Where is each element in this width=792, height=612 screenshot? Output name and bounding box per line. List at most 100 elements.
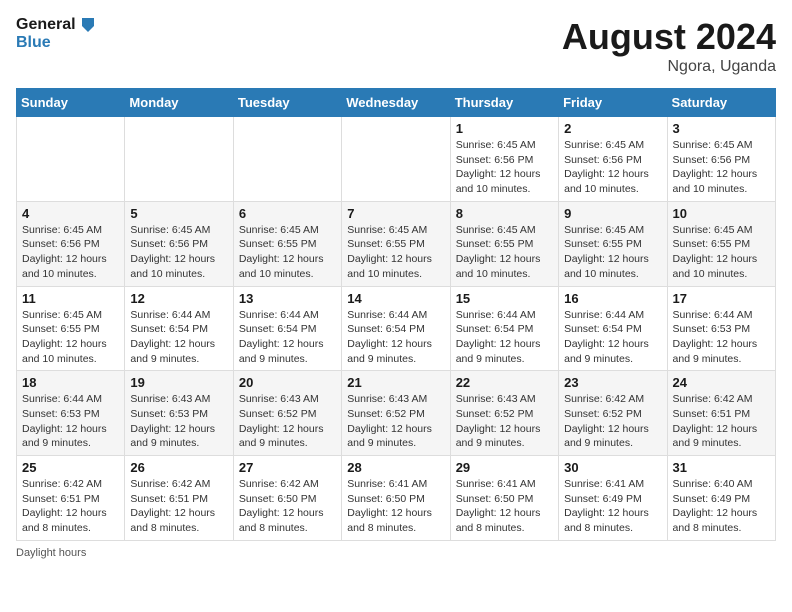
day-info: Sunrise: 6:45 AMSunset: 6:55 PMDaylight:…: [673, 223, 770, 282]
calendar-cell: 16Sunrise: 6:44 AMSunset: 6:54 PMDayligh…: [559, 286, 667, 371]
calendar-header-row: SundayMondayTuesdayWednesdayThursdayFrid…: [17, 89, 776, 117]
day-number: 31: [673, 460, 770, 475]
calendar-week-row: 25 Sunrise: 6:42 AMSunset: 6:51 PMDayligh…: [17, 456, 776, 541]
col-header-friday: Friday: [559, 89, 667, 117]
day-number: 10: [673, 206, 770, 221]
day-info: Sunrise: 6:45 AMSunset: 6:55 PMDaylight:…: [347, 223, 444, 282]
day-number: 23: [564, 375, 661, 390]
calendar-cell: 20Sunrise: 6:43 AMSunset: 6:52 PMDayligh…: [233, 371, 341, 456]
day-number: 9: [564, 206, 661, 221]
day-info: Sunrise: 6:45 AMSunset: 6:56 PMDaylight:…: [456, 138, 553, 197]
calendar-cell: [233, 117, 341, 202]
day-info: Sunrise: 6:45 AMSunset: 6:56 PMDaylight:…: [673, 138, 770, 197]
calendar-cell: 24Sunrise: 6:42 AMSunset: 6:51 PMDayligh…: [667, 371, 775, 456]
day-number: 15: [456, 291, 553, 306]
day-number: 20: [239, 375, 336, 390]
col-header-wednesday: Wednesday: [342, 89, 450, 117]
day-info: Sunrise: 6:43 AMSunset: 6:52 PMDaylight:…: [347, 392, 444, 451]
day-number: 11: [22, 291, 119, 306]
calendar-cell: 26 Sunrise: 6:42 AMSunset: 6:51 PMDayligh…: [125, 456, 233, 541]
day-number: 13: [239, 291, 336, 306]
day-info: Sunrise: 6:41 AMSunset: 6:49 PMDaylight:…: [564, 477, 661, 536]
col-header-monday: Monday: [125, 89, 233, 117]
location: Ngora, Uganda: [562, 58, 776, 76]
calendar-cell: [125, 117, 233, 202]
day-number: 28: [347, 460, 444, 475]
day-number: 7: [347, 206, 444, 221]
day-number: 2: [564, 121, 661, 136]
day-info: Sunrise: 6:44 AMSunset: 6:54 PMDaylight:…: [239, 308, 336, 367]
day-info: Sunrise: 6:44 AMSunset: 6:54 PMDaylight:…: [347, 308, 444, 367]
calendar-table: SundayMondayTuesdayWednesdayThursdayFrid…: [16, 88, 776, 541]
day-number: 6: [239, 206, 336, 221]
calendar-cell: 10 Sunrise: 6:45 AMSunset: 6:55 PMDayligh…: [667, 201, 775, 286]
day-info: Sunrise: 6:41 AMSunset: 6:50 PMDaylight:…: [456, 477, 553, 536]
day-info: Sunrise: 6:42 AMSunset: 6:51 PMDaylight:…: [22, 477, 119, 536]
calendar-cell: 7 Sunrise: 6:45 AMSunset: 6:55 PMDaylight…: [342, 201, 450, 286]
day-info: Sunrise: 6:43 AMSunset: 6:53 PMDaylight:…: [130, 392, 227, 451]
day-number: 27: [239, 460, 336, 475]
logo: General Blue: [16, 16, 96, 52]
day-info: Sunrise: 6:40 AMSunset: 6:49 PMDaylight:…: [673, 477, 770, 536]
day-info: Sunrise: 6:44 AMSunset: 6:53 PMDaylight:…: [673, 308, 770, 367]
day-number: 30: [564, 460, 661, 475]
calendar-cell: 1 Sunrise: 6:45 AMSunset: 6:56 PMDaylight…: [450, 117, 558, 202]
day-number: 14: [347, 291, 444, 306]
day-info: Sunrise: 6:45 AMSunset: 6:55 PMDaylight:…: [564, 223, 661, 282]
calendar-cell: 31 Sunrise: 6:40 AMSunset: 6:49 PMDayligh…: [667, 456, 775, 541]
day-info: Sunrise: 6:44 AMSunset: 6:54 PMDaylight:…: [456, 308, 553, 367]
calendar-cell: 11Sunrise: 6:45 AMSunset: 6:55 PMDayligh…: [17, 286, 125, 371]
day-number: 8: [456, 206, 553, 221]
calendar-cell: 27Sunrise: 6:42 AMSunset: 6:50 PMDayligh…: [233, 456, 341, 541]
calendar-week-row: 18Sunrise: 6:44 AMSunset: 6:53 PMDayligh…: [17, 371, 776, 456]
day-info: Sunrise: 6:42 AMSunset: 6:51 PMDaylight:…: [130, 477, 227, 536]
logo-text: General Blue: [16, 16, 96, 52]
day-number: 26: [130, 460, 227, 475]
calendar-cell: 28 Sunrise: 6:41 AMSunset: 6:50 PMDayligh…: [342, 456, 450, 541]
day-info: Sunrise: 6:42 AMSunset: 6:52 PMDaylight:…: [564, 392, 661, 451]
calendar-cell: 5 Sunrise: 6:45 AMSunset: 6:56 PMDaylight…: [125, 201, 233, 286]
calendar-cell: 6 Sunrise: 6:45 AMSunset: 6:55 PMDaylight…: [233, 201, 341, 286]
footer-note: Daylight hours: [16, 547, 776, 559]
calendar-week-row: 11Sunrise: 6:45 AMSunset: 6:55 PMDayligh…: [17, 286, 776, 371]
calendar-cell: 3Sunrise: 6:45 AMSunset: 6:56 PMDaylight…: [667, 117, 775, 202]
calendar-cell: 17 Sunrise: 6:44 AMSunset: 6:53 PMDayligh…: [667, 286, 775, 371]
calendar-cell: 19 Sunrise: 6:43 AMSunset: 6:53 PMDayligh…: [125, 371, 233, 456]
day-info: Sunrise: 6:44 AMSunset: 6:54 PMDaylight:…: [564, 308, 661, 367]
day-number: 5: [130, 206, 227, 221]
day-number: 1: [456, 121, 553, 136]
calendar-cell: 18Sunrise: 6:44 AMSunset: 6:53 PMDayligh…: [17, 371, 125, 456]
day-number: 19: [130, 375, 227, 390]
calendar-cell: 12 Sunrise: 6:44 AMSunset: 6:54 PMDayligh…: [125, 286, 233, 371]
calendar-week-row: 4Sunrise: 6:45 AMSunset: 6:56 PMDaylight…: [17, 201, 776, 286]
day-info: Sunrise: 6:45 AMSunset: 6:55 PMDaylight:…: [456, 223, 553, 282]
day-number: 17: [673, 291, 770, 306]
day-info: Sunrise: 6:41 AMSunset: 6:50 PMDaylight:…: [347, 477, 444, 536]
day-info: Sunrise: 6:45 AMSunset: 6:56 PMDaylight:…: [564, 138, 661, 197]
calendar-cell: 2 Sunrise: 6:45 AMSunset: 6:56 PMDaylight…: [559, 117, 667, 202]
title-area: August 2024 Ngora, Uganda: [562, 16, 776, 76]
day-number: 12: [130, 291, 227, 306]
calendar-cell: 9 Sunrise: 6:45 AMSunset: 6:55 PMDaylight…: [559, 201, 667, 286]
day-number: 25: [22, 460, 119, 475]
day-number: 18: [22, 375, 119, 390]
day-number: 24: [673, 375, 770, 390]
day-info: Sunrise: 6:45 AMSunset: 6:55 PMDaylight:…: [239, 223, 336, 282]
calendar-cell: 30 Sunrise: 6:41 AMSunset: 6:49 PMDayligh…: [559, 456, 667, 541]
day-info: Sunrise: 6:43 AMSunset: 6:52 PMDaylight:…: [456, 392, 553, 451]
day-info: Sunrise: 6:44 AMSunset: 6:54 PMDaylight:…: [130, 308, 227, 367]
daylight-hours-label: Daylight hours: [16, 547, 86, 559]
calendar-cell: 29 Sunrise: 6:41 AMSunset: 6:50 PMDayligh…: [450, 456, 558, 541]
calendar-cell: 25 Sunrise: 6:42 AMSunset: 6:51 PMDayligh…: [17, 456, 125, 541]
col-header-saturday: Saturday: [667, 89, 775, 117]
calendar-cell: 23 Sunrise: 6:42 AMSunset: 6:52 PMDayligh…: [559, 371, 667, 456]
calendar-cell: 14 Sunrise: 6:44 AMSunset: 6:54 PMDayligh…: [342, 286, 450, 371]
day-info: Sunrise: 6:45 AMSunset: 6:56 PMDaylight:…: [130, 223, 227, 282]
calendar-cell: 21 Sunrise: 6:43 AMSunset: 6:52 PMDayligh…: [342, 371, 450, 456]
day-number: 21: [347, 375, 444, 390]
calendar-cell: [17, 117, 125, 202]
day-number: 22: [456, 375, 553, 390]
day-info: Sunrise: 6:45 AMSunset: 6:56 PMDaylight:…: [22, 223, 119, 282]
col-header-sunday: Sunday: [17, 89, 125, 117]
day-number: 29: [456, 460, 553, 475]
